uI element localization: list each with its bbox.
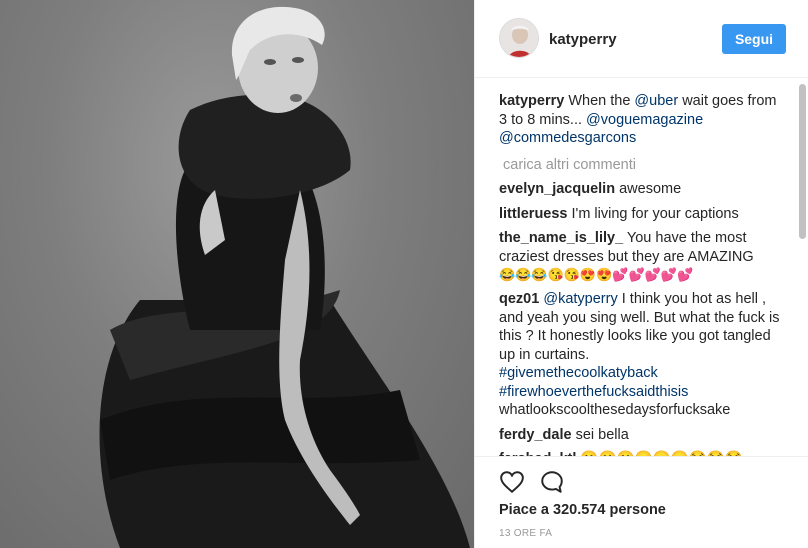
caption-text: When the: [564, 93, 635, 109]
comment-username[interactable]: qez01: [499, 291, 539, 307]
comment: qez01 @katyperry I think you hot as hell…: [499, 290, 785, 420]
post-timestamp[interactable]: 13 ORE FA: [499, 528, 552, 539]
mention-link[interactable]: @uber: [634, 93, 678, 109]
comments-scrollbar[interactable]: [799, 78, 806, 458]
hashtag-link[interactable]: #firewhoeverthefucksaidthisis: [499, 384, 688, 400]
comment-emojis: 😂😂😂😘😘😍😍💕💕💕💕💕: [499, 267, 694, 282]
comment-username[interactable]: the_name_is_lily_: [499, 230, 623, 246]
comment-text: awesome: [615, 181, 682, 197]
comment-username[interactable]: littleruess: [499, 206, 568, 222]
avatar[interactable]: [499, 18, 539, 58]
avatar-image: [500, 19, 538, 57]
post-username[interactable]: katyperry: [549, 31, 617, 48]
comment: the_name_is_lily_ You have the most craz…: [499, 229, 785, 284]
comment-username[interactable]: evelyn_jacquelin: [499, 181, 615, 197]
caption-username[interactable]: katyperry: [499, 93, 564, 109]
comment: evelyn_jacquelin awesome: [499, 180, 785, 199]
mention-link[interactable]: @voguemagazine: [586, 112, 703, 128]
post-side-panel: katyperry Segui katyperry When the @uber…: [474, 0, 808, 548]
likes-count[interactable]: Piace a 320.574 persone: [499, 502, 666, 518]
comment-icon[interactable]: [539, 469, 565, 495]
post-header: katyperry Segui: [475, 0, 808, 78]
comments-list: katyperry When the @uber wait goes from …: [499, 92, 785, 456]
comment-username[interactable]: ferdy_dale: [499, 427, 572, 443]
post-actions: Piace a 320.574 persone 13 ORE FA: [475, 456, 808, 548]
comment-text: I'm living for your captions: [567, 205, 739, 222]
comment: littleruess I'm living for your captions: [499, 205, 785, 224]
comment-text: sei bella: [571, 426, 629, 443]
comment-text: I think you hot as hell , and yeah you s…: [499, 291, 780, 363]
comment-text: whatlookscoolthesedaysforfucksake: [499, 402, 731, 418]
comment: ferdy_dale sei bella: [499, 426, 785, 445]
hashtag-link[interactable]: #givemethecoolkatyback: [499, 365, 658, 381]
post-photo[interactable]: [0, 0, 474, 548]
heart-icon[interactable]: [499, 469, 525, 495]
mention-link[interactable]: @katyperry: [543, 291, 617, 307]
scrollbar-thumb[interactable]: [799, 84, 806, 239]
follow-button[interactable]: Segui: [722, 24, 786, 54]
load-more-comments[interactable]: carica altri commenti: [503, 156, 785, 175]
caption: katyperry When the @uber wait goes from …: [499, 92, 785, 148]
photo-illustration: [99, 6, 470, 548]
mention-link[interactable]: @commedesgarcons: [499, 130, 636, 146]
